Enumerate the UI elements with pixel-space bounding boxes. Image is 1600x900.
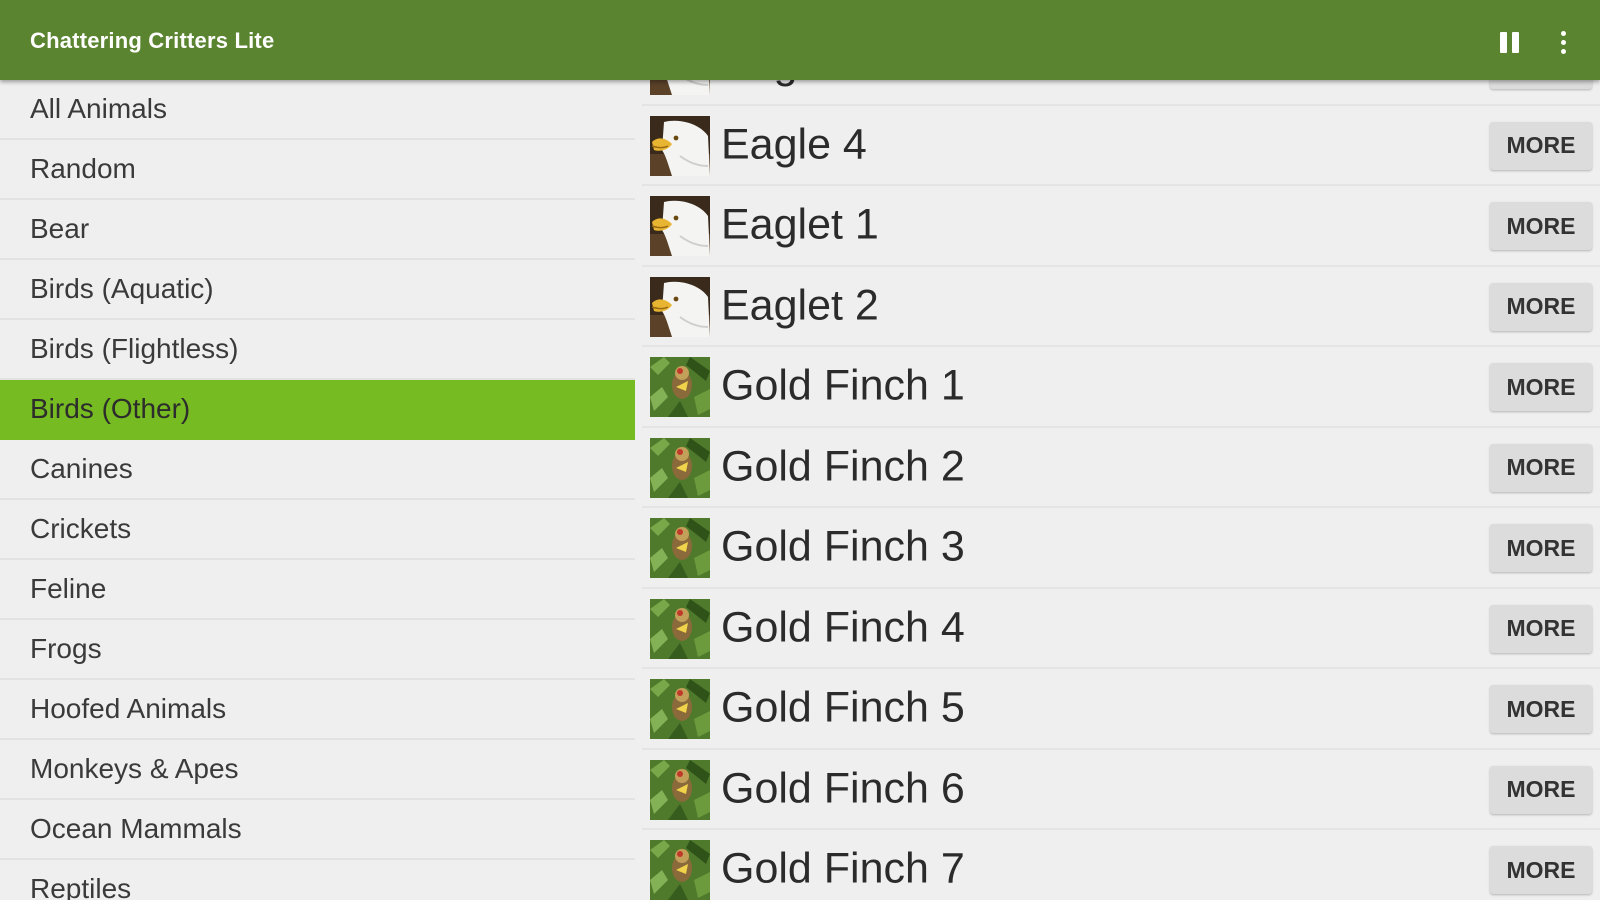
sound-name: Gold Finch 1	[721, 361, 965, 410]
sound-row-gold-finch-6[interactable]: Gold Finch 6 MORE	[642, 750, 1600, 830]
eagle-thumbnail	[650, 80, 710, 95]
sound-name: Gold Finch 7	[721, 844, 965, 893]
sound-row-eagle-3[interactable]: Eagle 3 MORE	[642, 80, 1600, 106]
sound-row-gold-finch-1[interactable]: Gold Finch 1 MORE	[642, 347, 1600, 428]
finch-thumbnail	[650, 518, 710, 578]
sidebar-item-hoofed-animals[interactable]: Hoofed Animals	[0, 680, 635, 740]
finch-thumbnail	[650, 759, 710, 820]
sound-row-gold-finch-5[interactable]: Gold Finch 5 MORE	[642, 669, 1600, 750]
sound-name: Gold Finch 2	[721, 442, 965, 491]
more-button[interactable]: MORE	[1490, 765, 1592, 814]
overflow-menu-icon[interactable]	[1545, 24, 1581, 60]
sidebar-item-label: Hoofed Animals	[30, 693, 227, 724]
sound-name: Eagle 3	[721, 80, 867, 89]
sidebar-item-bear[interactable]: Bear	[0, 200, 635, 260]
sound-row-gold-finch-2[interactable]: Gold Finch 2 MORE	[642, 428, 1600, 508]
sidebar-item-crickets[interactable]: Crickets	[0, 500, 635, 560]
sidebar-item-label: All Animals	[30, 93, 167, 124]
sidebar-item-birds-aquatic[interactable]: Birds (Aquatic)	[0, 260, 635, 320]
sidebar-item-label: Birds (Flightless)	[30, 333, 239, 364]
more-button[interactable]: MORE	[1490, 80, 1592, 89]
sidebar-item-label: Canines	[30, 453, 133, 484]
sidebar-item-all-animals[interactable]: All Animals	[0, 80, 635, 140]
sound-name: Gold Finch 5	[721, 683, 965, 732]
sidebar-item-feline[interactable]: Feline	[0, 560, 635, 620]
more-button[interactable]: MORE	[1490, 524, 1592, 572]
eagle-thumbnail	[650, 115, 710, 176]
sidebar-item-label: Crickets	[30, 513, 132, 544]
more-button[interactable]: MORE	[1490, 363, 1592, 411]
sound-name: Eaglet 2	[721, 281, 879, 330]
sound-row-gold-finch-4[interactable]: Gold Finch 4 MORE	[642, 589, 1600, 669]
sound-row-gold-finch-7[interactable]: Gold Finch 7 MORE	[642, 830, 1600, 900]
sidebar-item-label: Random	[30, 153, 136, 184]
sound-name: Gold Finch 6	[721, 764, 965, 813]
more-button[interactable]: MORE	[1490, 282, 1592, 331]
finch-thumbnail	[650, 840, 710, 900]
finch-thumbnail	[650, 357, 710, 417]
sound-row-eaglet-1[interactable]: Eaglet 1 MORE	[642, 186, 1600, 267]
sidebar-item-label: Frogs	[30, 633, 102, 664]
sidebar-item-birds-flightless[interactable]: Birds (Flightless)	[0, 320, 635, 380]
sound-name: Gold Finch 3	[721, 522, 965, 571]
sidebar-item-label: Ocean Mammals	[30, 813, 242, 844]
sound-row-eagle-4[interactable]: Eagle 4 MORE	[642, 106, 1600, 186]
sidebar-item-ocean-mammals[interactable]: Ocean Mammals	[0, 800, 635, 860]
sound-list: Eagle 3MOREEagle 4MOREEaglet 1MOREEaglet…	[642, 80, 1600, 900]
sidebar-item-frogs[interactable]: Frogs	[0, 620, 635, 680]
more-button[interactable]: MORE	[1490, 121, 1592, 170]
sound-name: Eaglet 1	[721, 200, 879, 249]
app-title: Chattering Critters Lite	[30, 28, 275, 53]
finch-thumbnail	[650, 679, 710, 739]
sound-name: Eagle 4	[721, 120, 867, 169]
finch-thumbnail	[650, 437, 710, 498]
sound-row-eaglet-2[interactable]: Eaglet 2 MORE	[642, 267, 1600, 347]
sidebar-item-label: Bear	[30, 213, 90, 244]
sidebar-item-birds-other[interactable]: Birds (Other)	[0, 380, 635, 440]
sound-list-scroll: Eagle 3MOREEagle 4MOREEaglet 1MOREEaglet…	[642, 80, 1600, 900]
sidebar-item-label: Feline	[30, 573, 107, 604]
more-button[interactable]: MORE	[1490, 202, 1592, 250]
finch-thumbnail	[650, 598, 710, 659]
eagle-thumbnail	[650, 276, 710, 337]
eagle-thumbnail	[650, 196, 710, 256]
sidebar-item-label: Reptiles	[30, 873, 132, 900]
sidebar-item-monkeys-apes[interactable]: Monkeys & Apes	[0, 740, 635, 800]
more-button[interactable]: MORE	[1490, 846, 1592, 894]
more-button[interactable]: MORE	[1490, 443, 1592, 492]
more-button[interactable]: MORE	[1490, 685, 1592, 733]
sidebar-item-random[interactable]: Random	[0, 140, 635, 200]
app-bar: Chattering Critters Lite	[0, 0, 1600, 80]
sound-name: Gold Finch 4	[721, 603, 965, 652]
sidebar-item-label: Birds (Aquatic)	[30, 273, 214, 304]
sidebar-item-reptiles[interactable]: Reptiles	[0, 860, 635, 900]
sidebar-item-label: Birds (Other)	[30, 393, 191, 424]
more-button[interactable]: MORE	[1490, 604, 1592, 653]
pause-icon[interactable]	[1491, 24, 1527, 60]
sidebar-item-label: Monkeys & Apes	[30, 753, 239, 784]
sidebar-item-canines[interactable]: Canines	[0, 440, 635, 500]
sound-row-gold-finch-3[interactable]: Gold Finch 3 MORE	[642, 508, 1600, 589]
category-list: All Animals Random Bear Birds (Aquatic) Bird…	[0, 80, 635, 900]
